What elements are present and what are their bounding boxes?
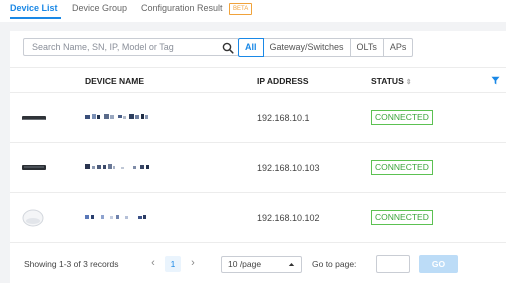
status-badge: CONNECTED [371,110,433,125]
beta-badge: BETA [229,3,253,15]
tab-configuration-result[interactable]: Configuration Result [141,3,223,13]
go-button[interactable]: GO [419,255,458,273]
chevron-up-icon [288,263,295,266]
page-number-button[interactable]: 1 [165,256,181,272]
filter-gateway-switches-button[interactable]: Gateway/Switches [263,38,351,57]
active-tab-indicator [10,17,61,19]
device-list-panel: All Gateway/Switches OLTs APs DEVICE NAM… [10,31,506,283]
table-row[interactable]: 192.168.10.1 CONNECTED [10,93,506,143]
next-page-button[interactable]: › [185,256,201,272]
search-box [23,38,239,56]
table-header: DEVICE NAME IP ADDRESS STATUS ⇕ [10,67,506,93]
goto-page-label: Go to page: [312,259,357,269]
device-name-redacted[interactable] [85,113,165,121]
device-name-redacted[interactable] [85,213,175,221]
sort-icon[interactable]: ⇕ [406,78,412,86]
filter-olts-button[interactable]: OLTs [350,38,384,57]
ip-address: 192.168.10.102 [257,213,320,223]
tab-device-group[interactable]: Device Group [72,3,127,13]
tab-device-list[interactable]: Device List [10,3,58,13]
prev-page-button[interactable]: ‹ [145,256,161,272]
status-badge: CONNECTED [371,210,433,225]
page-size-select[interactable]: 10 /page [221,256,302,273]
status-badge: CONNECTED [371,160,433,175]
column-header-device-name: DEVICE NAME [85,76,145,86]
search-icon[interactable] [222,42,234,54]
search-input[interactable] [24,39,214,55]
column-header-ip-address: IP ADDRESS [257,76,309,86]
filter-all-button[interactable]: All [238,38,264,57]
gateway-device-icon [22,116,46,120]
filter-aps-button[interactable]: APs [383,38,414,57]
switch-device-icon [22,165,46,170]
records-summary: Showing 1-3 of 3 records [24,259,119,269]
device-type-filter: All Gateway/Switches OLTs APs [238,38,414,57]
page-size-value: 10 /page [228,259,262,269]
ip-address: 192.168.10.103 [257,163,320,173]
table-row[interactable]: 192.168.10.103 CONNECTED [10,143,506,193]
goto-page-input[interactable] [376,255,410,273]
table-row[interactable]: 192.168.10.102 CONNECTED [10,193,506,243]
filter-icon[interactable] [491,76,500,85]
access-point-icon [22,209,44,227]
pagination: Showing 1-3 of 3 records ‹ 1 › 10 /page … [10,247,506,283]
ip-address: 192.168.10.1 [257,113,310,123]
tab-bar: Device List Device Group Configuration R… [0,0,506,22]
column-header-status-label: STATUS [371,76,404,86]
column-header-status[interactable]: STATUS ⇕ [371,76,412,86]
device-name-redacted[interactable] [85,163,175,171]
